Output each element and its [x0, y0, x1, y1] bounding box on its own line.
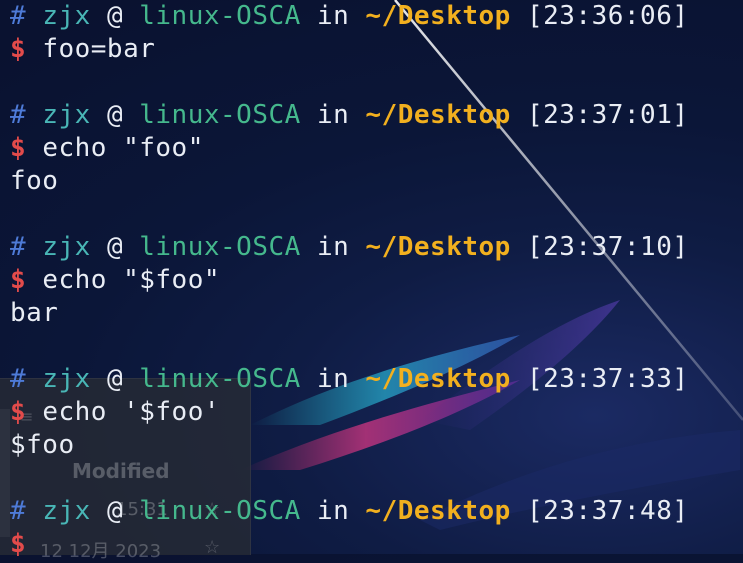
prompt-in: in: [316, 496, 350, 526]
prompt-user: zjx: [42, 100, 91, 130]
command-line: $ echo "$foo": [10, 264, 743, 297]
prompt-line: # zjx @ linux-OSCA in ~/Desktop [23:36:0…: [10, 0, 743, 33]
scrollbar[interactable]: [0, 409, 10, 537]
prompt-line: # zjx @ linux-OSCA in ~/Desktop [23:37:4…: [10, 495, 743, 528]
prompt-user: zjx: [42, 1, 91, 31]
command-line: $ echo "foo": [10, 132, 743, 165]
prompt-dollar: $: [10, 265, 27, 295]
prompt-in: in: [316, 232, 350, 262]
prompt-hash: #: [10, 1, 27, 31]
prompt-user: zjx: [42, 232, 91, 262]
command-output: foo: [10, 166, 59, 196]
prompt-user: zjx: [42, 364, 91, 394]
prompt-hash: #: [10, 100, 27, 130]
prompt-path: ~/Desktop: [365, 364, 511, 394]
prompt-host: linux-OSCA: [139, 364, 301, 394]
prompt-path: ~/Desktop: [365, 232, 511, 262]
command-text: echo "foo": [42, 133, 204, 163]
prompt-host: linux-OSCA: [139, 496, 301, 526]
prompt-time: [23:37:48]: [526, 496, 689, 526]
prompt-in: in: [316, 364, 350, 394]
prompt-time: [23:36:06]: [526, 1, 689, 31]
prompt-path: ~/Desktop: [365, 496, 511, 526]
prompt-at: @: [106, 364, 124, 394]
prompt-time: [23:37:10]: [526, 232, 689, 262]
prompt-in: in: [316, 1, 350, 31]
prompt-at: @: [106, 496, 124, 526]
command-output: bar: [10, 298, 59, 328]
prompt-dollar: $: [10, 397, 27, 427]
command-text: echo '$foo': [42, 397, 220, 427]
prompt-dollar: $: [10, 133, 27, 163]
command-text: echo "$foo": [42, 265, 220, 295]
prompt-time: [23:37:33]: [526, 364, 689, 394]
prompt-user: zjx: [42, 496, 91, 526]
prompt-path: ~/Desktop: [365, 100, 511, 130]
command-output: $foo: [10, 430, 75, 460]
command-line: $ foo=bar: [10, 33, 743, 66]
prompt-dollar: $: [10, 529, 27, 559]
command-line: $: [10, 528, 743, 561]
prompt-line: # zjx @ linux-OSCA in ~/Desktop [23:37:0…: [10, 99, 743, 132]
prompt-hash: #: [10, 364, 27, 394]
prompt-host: linux-OSCA: [139, 100, 301, 130]
terminal-output[interactable]: # zjx @ linux-OSCA in ~/Desktop [23:36:0…: [10, 0, 743, 559]
command-line: $ echo '$foo': [10, 396, 743, 429]
prompt-line: # zjx @ linux-OSCA in ~/Desktop [23:37:1…: [10, 231, 743, 264]
prompt-at: @: [106, 232, 124, 262]
prompt-host: linux-OSCA: [139, 232, 301, 262]
prompt-dollar: $: [10, 34, 27, 64]
command-text: foo=bar: [42, 34, 156, 64]
prompt-host: linux-OSCA: [139, 1, 301, 31]
prompt-path: ~/Desktop: [365, 1, 511, 31]
prompt-at: @: [106, 100, 124, 130]
prompt-line: # zjx @ linux-OSCA in ~/Desktop [23:37:3…: [10, 363, 743, 396]
prompt-in: in: [316, 100, 350, 130]
prompt-time: [23:37:01]: [526, 100, 689, 130]
prompt-hash: #: [10, 232, 27, 262]
prompt-hash: #: [10, 496, 27, 526]
prompt-at: @: [106, 1, 124, 31]
